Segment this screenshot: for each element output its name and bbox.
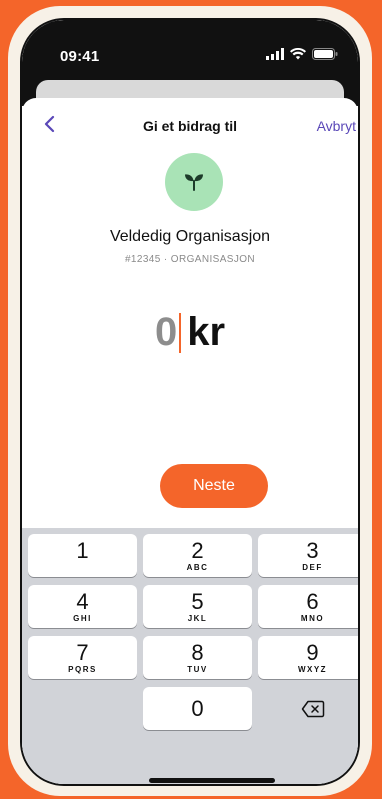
- key-6[interactable]: 6 MNO: [258, 585, 358, 628]
- key-7[interactable]: 7 PQRS: [28, 636, 137, 679]
- backspace-icon: [301, 700, 324, 717]
- key-letters: PQRS: [68, 664, 97, 674]
- wifi-icon: [290, 48, 306, 60]
- page-title: Gi et bidrag til: [142, 118, 238, 134]
- key-letters: ABC: [186, 562, 209, 572]
- key-letters: MNO: [300, 613, 325, 623]
- key-digit: 9: [306, 639, 319, 665]
- key-3[interactable]: 3 DEF: [258, 534, 358, 577]
- key-digit: 5: [191, 588, 204, 614]
- amount-value: 0: [154, 310, 178, 354]
- key-letters: TUV: [187, 664, 208, 674]
- key-digit: 1: [76, 537, 89, 563]
- key-digit: 0: [191, 695, 204, 721]
- key-2[interactable]: 2 ABC: [143, 534, 252, 577]
- cancel-button[interactable]: Avbryt: [317, 118, 356, 134]
- seedling-icon: [185, 174, 203, 191]
- key-1[interactable]: 1: [28, 534, 137, 577]
- key-letters: WXYZ: [297, 664, 328, 674]
- key-0[interactable]: 0: [143, 687, 252, 730]
- signal-icon: [266, 48, 284, 60]
- key-letters: DEF: [302, 562, 323, 572]
- key-digit: 7: [76, 639, 89, 665]
- home-indicator[interactable]: [149, 778, 275, 783]
- numeric-keypad: 1 2 ABC 3 DEF 4 GHI 5 JKL 6 MNO 7 PQRS 8…: [22, 528, 358, 784]
- amount-currency: kr: [187, 310, 226, 354]
- key-digit: 3: [306, 537, 319, 563]
- key-letters: JKL: [187, 613, 208, 623]
- key-8[interactable]: 8 TUV: [143, 636, 252, 679]
- status-time: 09:41: [60, 48, 100, 65]
- donation-sheet: Gi et bidrag til Avbryt Veldedig Organis…: [22, 98, 358, 784]
- key-digit: 8: [191, 639, 204, 665]
- organization-name: Veldedig Organisasjon: [109, 228, 271, 245]
- key-digit: 4: [76, 588, 89, 614]
- organization-meta: #12345 · ORGANISASJON: [124, 254, 256, 265]
- text-caret: [179, 312, 182, 353]
- battery-icon: [312, 48, 338, 60]
- phone-frame: 09:41 Gi et bidrag til Avbryt Veldedig O…: [8, 6, 372, 796]
- key-4[interactable]: 4 GHI: [28, 585, 137, 628]
- status-icons: [266, 48, 338, 60]
- key-9[interactable]: 9 WXYZ: [258, 636, 358, 679]
- next-button[interactable]: Neste: [160, 464, 268, 508]
- key-5[interactable]: 5 JKL: [143, 585, 252, 628]
- key-digit: 2: [191, 537, 204, 563]
- key-digit: 6: [306, 588, 319, 614]
- organization-avatar: [165, 153, 223, 211]
- key-letters: GHI: [73, 613, 92, 623]
- screen: 09:41 Gi et bidrag til Avbryt Veldedig O…: [20, 18, 360, 786]
- delete-key[interactable]: [258, 687, 358, 730]
- amount-display[interactable]: 0 kr: [22, 310, 358, 355]
